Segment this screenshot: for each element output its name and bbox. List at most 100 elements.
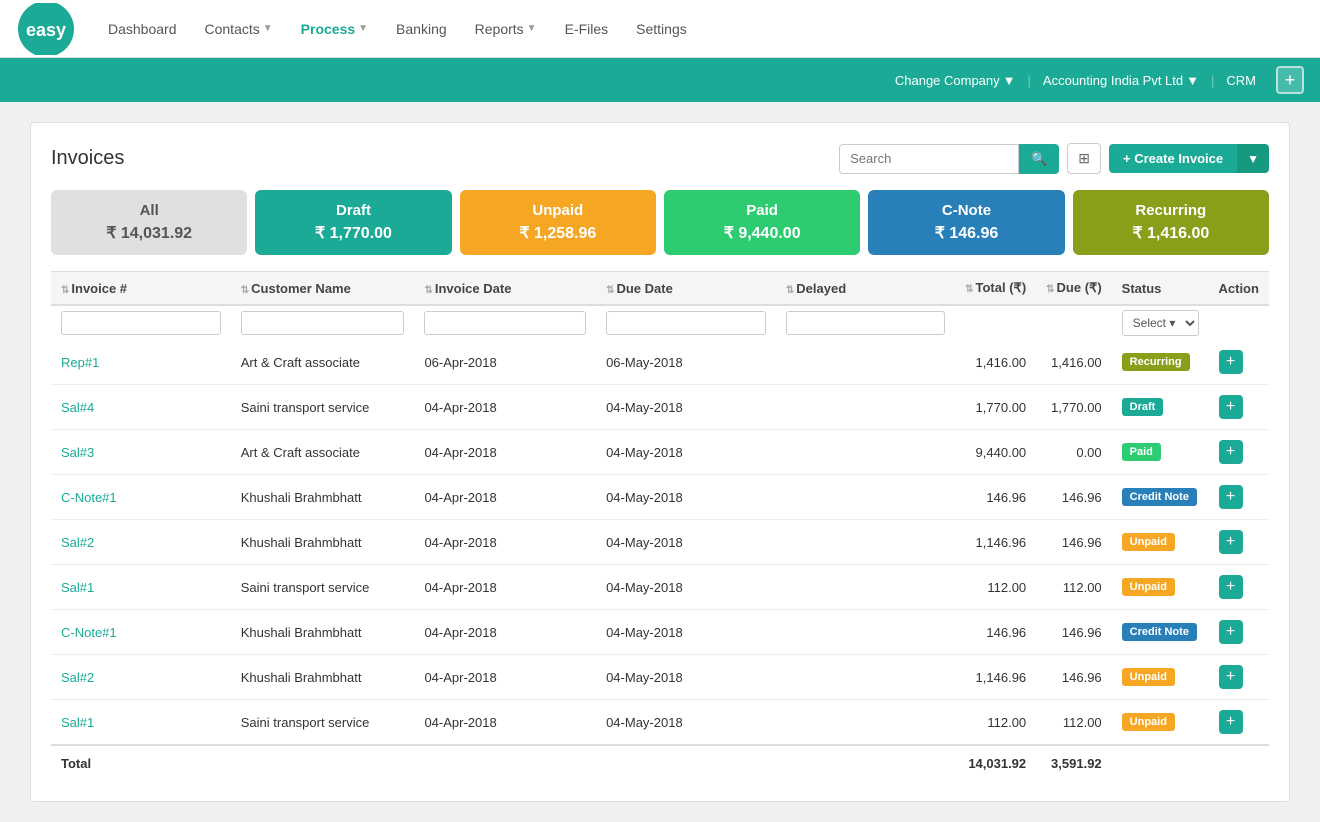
filter-due-date[interactable] — [606, 311, 766, 335]
row-action-button[interactable]: + — [1219, 575, 1243, 599]
row-action-button[interactable]: + — [1219, 665, 1243, 689]
bar-separator-2: | — [1211, 73, 1214, 88]
nav-dashboard[interactable]: Dashboard — [96, 13, 189, 45]
invoice-date: 04-Apr-2018 — [414, 700, 596, 746]
nav-banking[interactable]: Banking — [384, 13, 459, 45]
nav-contacts[interactable]: Contacts ▼ — [193, 13, 285, 45]
total-row: Total 14,031.92 3,591.92 — [51, 745, 1269, 781]
col-due-date[interactable]: ⇅Due Date — [596, 272, 776, 306]
svg-text:easy: easy — [26, 20, 66, 40]
create-invoice-button[interactable]: + Create Invoice — [1109, 144, 1237, 173]
add-btn[interactable]: + — [1276, 66, 1304, 94]
company-name-btn[interactable]: Accounting India Pvt Ltd ▼ — [1035, 69, 1207, 92]
search-container: 🔍 — [839, 144, 1059, 174]
customer-name: Khushali Brahmbhatt — [231, 655, 415, 700]
nav-process[interactable]: Process ▼ — [289, 13, 380, 45]
main-content: Invoices 🔍 ⊞ + Create Invoice ▼ — [0, 102, 1320, 822]
filter-delayed[interactable] — [786, 311, 945, 335]
invoice-link[interactable]: C-Note#1 — [61, 625, 117, 640]
company-chevron: ▼ — [1186, 73, 1199, 88]
row-action-button[interactable]: + — [1219, 395, 1243, 419]
change-company-btn[interactable]: Change Company ▼ — [887, 69, 1024, 92]
status-cell: Unpaid — [1112, 700, 1209, 746]
invoice-link[interactable]: Rep#1 — [61, 355, 99, 370]
table-row: Sal#1 Saini transport service 04-Apr-201… — [51, 565, 1269, 610]
invoice-link[interactable]: Sal#2 — [61, 535, 94, 550]
col-delayed[interactable]: ⇅Delayed — [776, 272, 955, 306]
invoice-date: 04-Apr-2018 — [414, 385, 596, 430]
invoices-card: Invoices 🔍 ⊞ + Create Invoice ▼ — [30, 122, 1290, 802]
invoice-link[interactable]: Sal#1 — [61, 715, 94, 730]
invoice-date: 04-Apr-2018 — [414, 610, 596, 655]
logo[interactable]: easy — [16, 3, 76, 55]
customer-name: Khushali Brahmbhatt — [231, 475, 415, 520]
row-action-button[interactable]: + — [1219, 440, 1243, 464]
filter-invoice-date[interactable] — [424, 311, 586, 335]
tab-unpaid[interactable]: Unpaid ₹ 1,258.96 — [460, 190, 656, 255]
status-badge: Unpaid — [1122, 533, 1175, 551]
invoice-link[interactable]: Sal#1 — [61, 580, 94, 595]
filter-customer[interactable] — [241, 311, 405, 335]
due-date: 04-May-2018 — [596, 610, 776, 655]
invoice-date: 04-Apr-2018 — [414, 475, 596, 520]
nav-settings[interactable]: Settings — [624, 13, 699, 45]
invoice-link[interactable]: Sal#4 — [61, 400, 94, 415]
search-button[interactable]: 🔍 — [1019, 144, 1059, 174]
filter-row: Select ▾ — [51, 305, 1269, 340]
action-cell: + — [1209, 565, 1270, 610]
due-cell: 146.96 — [1036, 475, 1112, 520]
total-cell: 146.96 — [955, 475, 1036, 520]
row-action-button[interactable]: + — [1219, 620, 1243, 644]
contacts-chevron: ▼ — [263, 23, 273, 34]
status-badge: Unpaid — [1122, 578, 1175, 596]
total-cell: 112.00 — [955, 700, 1036, 746]
table-row: Sal#3 Art & Craft associate 04-Apr-2018 … — [51, 430, 1269, 475]
customer-name: Art & Craft associate — [231, 340, 415, 385]
action-cell: + — [1209, 430, 1270, 475]
nav-efiles[interactable]: E-Files — [553, 13, 621, 45]
row-action-button[interactable]: + — [1219, 530, 1243, 554]
table-header-row: ⇅Invoice # ⇅Customer Name ⇅Invoice Date … — [51, 272, 1269, 306]
grid-view-button[interactable]: ⊞ — [1067, 143, 1101, 174]
total-amount: 14,031.92 — [955, 745, 1036, 781]
invoice-link[interactable]: C-Note#1 — [61, 490, 117, 505]
due-date: 04-May-2018 — [596, 520, 776, 565]
col-status: Status — [1112, 272, 1209, 306]
col-customer[interactable]: ⇅Customer Name — [231, 272, 415, 306]
crm-btn[interactable]: CRM — [1218, 69, 1264, 92]
delayed — [776, 655, 955, 700]
tab-cnote[interactable]: C-Note ₹ 146.96 — [868, 190, 1064, 255]
row-action-button[interactable]: + — [1219, 485, 1243, 509]
status-badge: Draft — [1122, 398, 1164, 416]
row-action-button[interactable]: + — [1219, 350, 1243, 374]
status-badge: Paid — [1122, 443, 1161, 461]
action-cell: + — [1209, 610, 1270, 655]
invoice-link[interactable]: Sal#2 — [61, 670, 94, 685]
bar-separator-1: | — [1028, 73, 1031, 88]
search-input[interactable] — [839, 144, 1019, 174]
delayed — [776, 340, 955, 385]
due-cell: 1,770.00 — [1036, 385, 1112, 430]
col-invoice[interactable]: ⇅Invoice # — [51, 272, 231, 306]
invoice-date: 04-Apr-2018 — [414, 565, 596, 610]
action-cell: + — [1209, 340, 1270, 385]
status-cell: Unpaid — [1112, 520, 1209, 565]
create-invoice-dropdown[interactable]: ▼ — [1237, 144, 1269, 173]
col-due[interactable]: ⇅Due (₹) — [1036, 272, 1112, 306]
filter-invoice[interactable] — [61, 311, 221, 335]
tab-draft[interactable]: Draft ₹ 1,770.00 — [255, 190, 451, 255]
delayed — [776, 700, 955, 746]
tab-paid[interactable]: Paid ₹ 9,440.00 — [664, 190, 860, 255]
col-total[interactable]: ⇅Total (₹) — [955, 272, 1036, 306]
filter-status-select[interactable]: Select ▾ — [1122, 310, 1199, 336]
tab-all[interactable]: All ₹ 14,031.92 — [51, 190, 247, 255]
col-invoice-date[interactable]: ⇅Invoice Date — [414, 272, 596, 306]
tab-recurring[interactable]: Recurring ₹ 1,416.00 — [1073, 190, 1269, 255]
status-cell: Draft — [1112, 385, 1209, 430]
process-chevron: ▼ — [358, 23, 368, 34]
invoice-link[interactable]: Sal#3 — [61, 445, 94, 460]
total-cell: 1,146.96 — [955, 520, 1036, 565]
create-invoice-container: + Create Invoice ▼ — [1109, 144, 1269, 173]
row-action-button[interactable]: + — [1219, 710, 1243, 734]
nav-reports[interactable]: Reports ▼ — [463, 13, 549, 45]
